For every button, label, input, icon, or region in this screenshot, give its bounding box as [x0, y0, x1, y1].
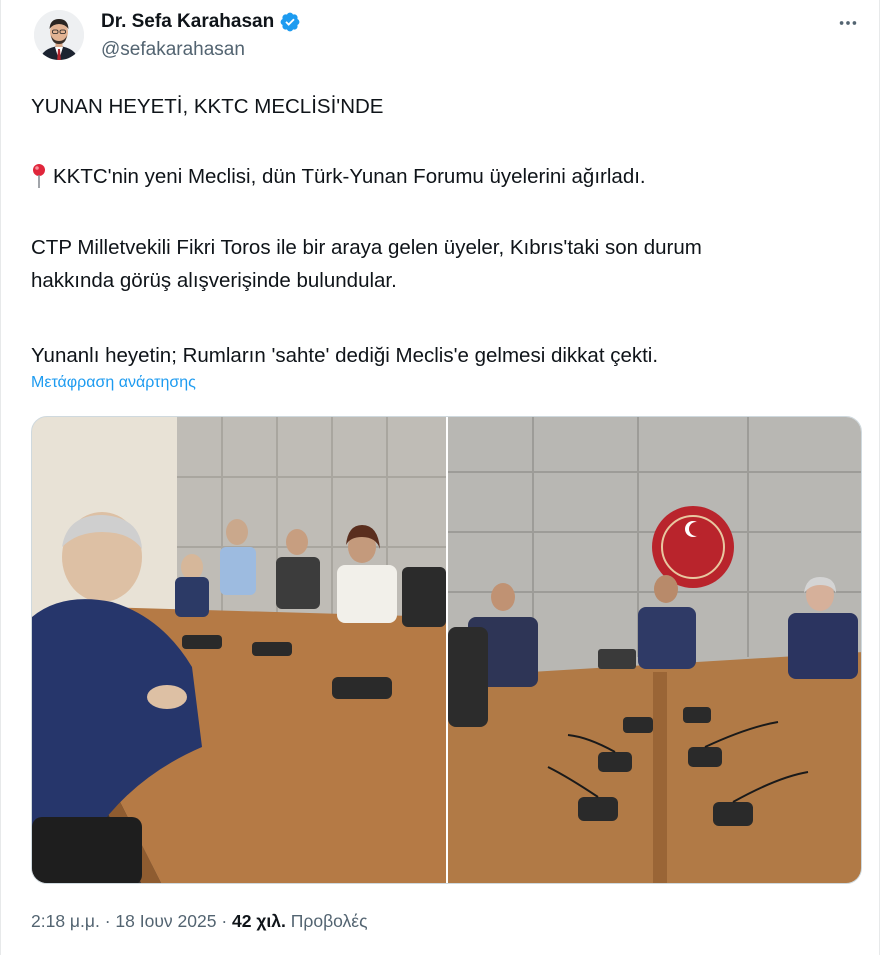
verified-badge-icon: [279, 11, 301, 33]
meta-separator-2: ·: [221, 911, 228, 931]
paragraph-1-text: KKTC'nin yeni Meclisi, dün Türk-Yunan Fo…: [53, 165, 646, 188]
avatar[interactable]: [34, 10, 84, 60]
pin-icon: [31, 163, 47, 189]
tweet-text-paragraph-2-line-2: hakkında görüş alışverişinde bulundular.: [31, 269, 397, 292]
tweet-text-paragraph-1: KKTC'nin yeni Meclisi, dün Türk-Yunan Fo…: [31, 162, 646, 191]
meta-separator: ·: [104, 911, 111, 931]
photo-left[interactable]: [32, 417, 446, 883]
author-block: Dr. Sefa Karahasan @sefakarahasan: [101, 9, 301, 61]
views-count: 42 χιλ.: [232, 911, 286, 931]
translate-post-link[interactable]: Μετάφραση ανάρτησης: [31, 374, 196, 392]
more-options-icon: [837, 12, 859, 39]
display-name[interactable]: Dr. Sefa Karahasan: [101, 11, 274, 33]
more-options-button[interactable]: [831, 8, 865, 42]
tweet-meta: 2:18 μ.μ. · 18 Ιουν 2025 · 42 χιλ. Προβο…: [31, 911, 368, 932]
views-label: Προβολές: [290, 911, 368, 931]
tweet-text-paragraph-3: Yunanlı heyetin; Rumların 'sahte' dediği…: [31, 344, 659, 367]
author-handle[interactable]: @sefakarahasan: [101, 39, 301, 61]
name-row: Dr. Sefa Karahasan: [101, 9, 301, 35]
tweet-card: Dr. Sefa Karahasan @sefakarahasan YUNAN …: [0, 0, 880, 955]
tweet-text-headline: YUNAN HEYETİ, KKTC MECLİSİ'NDE: [31, 95, 384, 118]
tweet-text-paragraph-2-line-1: CTP Milletvekili Fikri Toros ile bir ara…: [31, 236, 702, 259]
photo-right[interactable]: [448, 417, 861, 883]
timestamp[interactable]: 2:18 μ.μ.: [31, 911, 100, 931]
date[interactable]: 18 Ιουν 2025: [115, 911, 216, 931]
media-grid: [31, 416, 862, 884]
